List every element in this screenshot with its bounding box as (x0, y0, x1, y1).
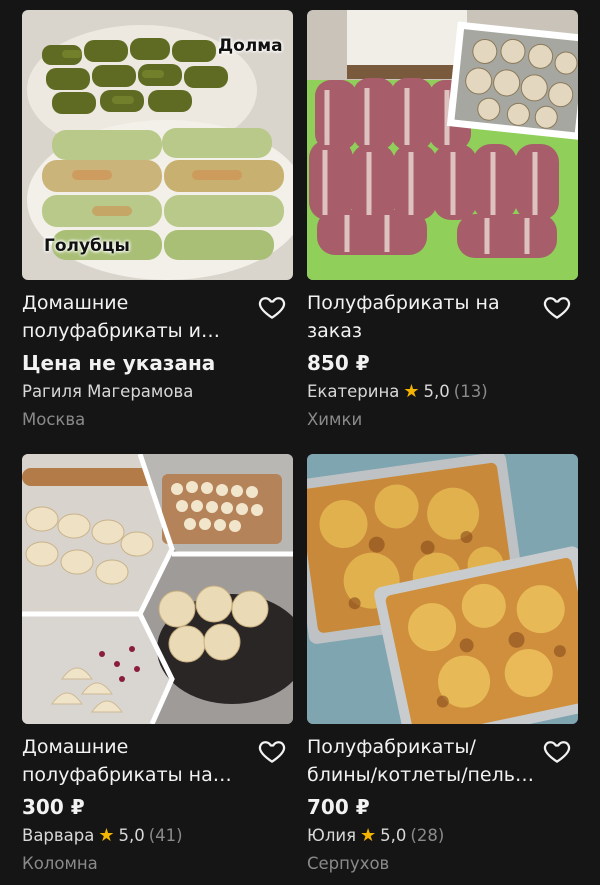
listing-price: 850 ₽ (307, 351, 370, 375)
listing-card[interactable]: Полуфабрикаты/ блины/котлеты/пель… 700 ₽… (307, 454, 578, 877)
seller-name: Юлия (307, 826, 357, 845)
heart-outline-icon[interactable] (257, 292, 287, 322)
seller-rating: 5,0 (423, 382, 450, 401)
listing-city: Москва (22, 410, 86, 429)
listing-card[interactable]: Домашние полуфабрикаты на за… 300 ₽ Варв… (22, 454, 293, 877)
seller-name: Рагиля Магерамова (22, 382, 194, 401)
seller-rating: 5,0 (380, 826, 407, 845)
listing-title[interactable]: Полуфабрикаты/ блины/котлеты/пель… (307, 733, 537, 789)
seller-name: Екатерина (307, 382, 400, 401)
seller-rating: 5,0 (118, 826, 145, 845)
listing-price: 300 ₽ (22, 795, 85, 819)
star-icon: ★ (403, 381, 420, 402)
star-icon: ★ (360, 825, 377, 846)
heart-outline-icon[interactable] (257, 736, 287, 766)
listing-title[interactable]: Полуфабрикаты на заказ (307, 289, 537, 345)
listing-city: Серпухов (307, 854, 390, 873)
listing-title[interactable]: Домашние полуфабрикаты на за… (22, 733, 252, 789)
listing-city: Химки (307, 410, 363, 429)
review-count: (28) (410, 826, 445, 845)
review-count: (41) (148, 826, 183, 845)
listing-price: 700 ₽ (307, 795, 370, 819)
listing-card[interactable]: Полуфабрикаты на заказ 850 ₽ Екатерина ★ 5… (307, 10, 578, 433)
listing-title[interactable]: Домашние полуфабрикаты и вы… (22, 289, 252, 345)
seller-info[interactable]: Варвара ★ 5,0 (41) (22, 823, 293, 849)
image-label-golubtsy: Голубцы (44, 236, 130, 256)
listing-photo[interactable] (22, 454, 293, 724)
listing-card[interactable]: Долма Голубцы Домашние полуфабрикаты и в… (22, 10, 293, 433)
heart-outline-icon[interactable] (542, 736, 572, 766)
listing-photo[interactable]: Долма Голубцы (22, 10, 293, 280)
review-count: (13) (453, 382, 488, 401)
listing-photo[interactable] (307, 10, 578, 280)
seller-name: Варвара (22, 826, 95, 845)
seller-info[interactable]: Юлия ★ 5,0 (28) (307, 823, 578, 849)
listing-photo[interactable] (307, 454, 578, 724)
listing-price: Цена не указана (22, 351, 216, 375)
seller-info[interactable]: Рагиля Магерамова (22, 379, 293, 405)
image-label-dolma: Долма (218, 36, 283, 56)
listing-city: Коломна (22, 854, 98, 873)
star-icon: ★ (98, 825, 115, 846)
seller-info[interactable]: Екатерина ★ 5,0 (13) (307, 379, 578, 405)
heart-outline-icon[interactable] (542, 292, 572, 322)
